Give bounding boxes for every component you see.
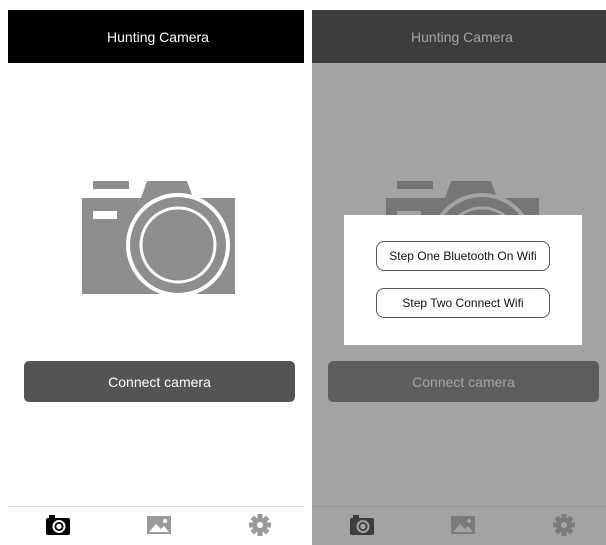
tab-camera-icon[interactable]: [46, 514, 70, 536]
camera-illustration-icon: [82, 181, 235, 294]
step-one-label: Step One Bluetooth On Wifi: [389, 249, 537, 263]
step-two-connect-wifi-button[interactable]: Step Two Connect Wifi: [376, 288, 550, 318]
connect-camera-button[interactable]: Connect camera: [24, 361, 295, 402]
home-screen: Hunting Camera Connect camera: [8, 10, 308, 545]
step-two-label: Step Two Connect Wifi: [402, 296, 524, 310]
step-one-bluetooth-button[interactable]: Step One Bluetooth On Wifi: [376, 241, 550, 271]
connection-steps-dialog: Step One Bluetooth On Wifi Step Two Conn…: [344, 215, 582, 345]
connect-dialog-screen: Hunting Camera Connect camera: [312, 10, 606, 545]
screen-divider: [304, 10, 312, 545]
tab-gallery-icon[interactable]: [147, 514, 171, 536]
nav-title: Hunting Camera: [107, 28, 209, 45]
modal-overlay[interactable]: Step One Bluetooth On Wifi Step Two Conn…: [312, 10, 606, 545]
tab-bar: [8, 506, 308, 545]
tab-settings-gear-icon[interactable]: [248, 514, 272, 536]
connect-camera-label: Connect camera: [108, 373, 211, 390]
nav-bar: Hunting Camera: [8, 10, 308, 63]
